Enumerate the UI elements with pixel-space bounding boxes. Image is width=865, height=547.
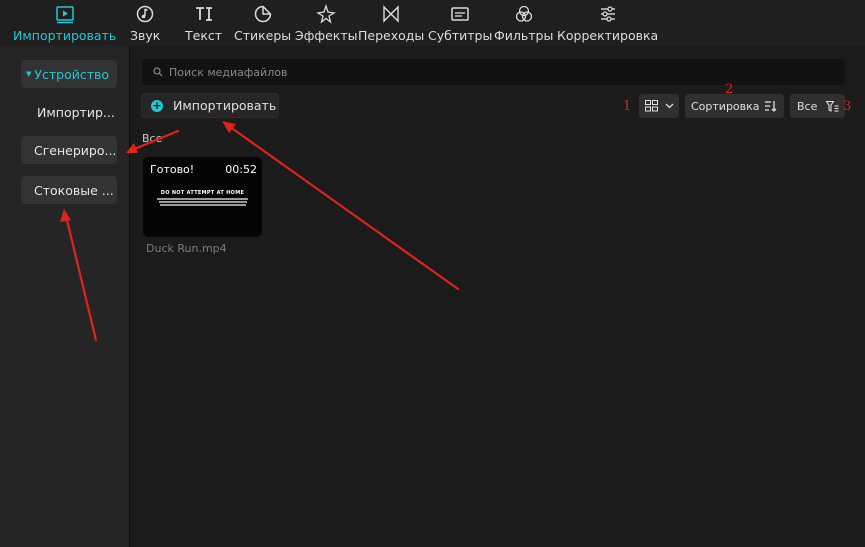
caret-down-icon: ▼ [26,70,32,78]
tab-subtitles-label: Субтитры [428,28,493,43]
tab-audio[interactable]: Звук [130,4,160,44]
tab-audio-label: Звук [130,28,161,43]
search-input[interactable] [169,65,769,79]
sidebar-item-import-label: Импортир... [37,104,115,120]
sidebar-item-generated[interactable]: Сгенериро... [21,136,117,164]
view-toggle-button[interactable] [639,94,679,118]
tab-effects-label: Эффекты [295,28,358,43]
sticker-icon [254,5,271,23]
sparkle-icon [316,4,337,24]
sort-button-label: Сортировка [691,99,760,113]
group-label: Все [142,132,163,145]
tab-import-label: Импортировать [13,28,117,43]
top-toolbar: Импортировать Звук Текст Стикеры Эффекты… [0,0,865,46]
tab-filters-label: Фильтры [494,28,554,43]
tab-text[interactable]: Текст [185,4,222,44]
media-filename: Duck Run.mp4 [146,242,227,255]
media-play-icon [55,6,74,24]
sidebar-item-device-label: Устройство [34,66,110,82]
tab-filters[interactable]: Фильтры [494,4,553,44]
thumbnail-text-line [159,201,247,203]
filter-funnel-icon [826,100,839,112]
thumbnail-title: DO NOT ATTEMPT AT HOME [160,190,245,196]
tab-effects[interactable]: Эффекты [295,4,358,44]
annotation-number: 2 [725,82,734,97]
tab-adjustments[interactable]: Корректировка [557,4,658,44]
sort-icon [764,101,776,112]
filter-circles-icon [515,5,532,22]
sliders-icon [600,6,615,22]
sidebar-item-device[interactable]: ▼ Устройство [21,60,117,88]
search-bar[interactable] [142,59,845,85]
tab-stickers-label: Стикеры [234,28,292,43]
tab-text-label: Текст [185,28,223,43]
tab-transitions-label: Переходы [358,28,425,43]
import-button-label: Импортировать [173,98,277,113]
sort-button[interactable]: Сортировка [685,94,784,118]
tab-import[interactable]: Импортировать [13,4,116,44]
tab-adjustments-label: Корректировка [557,28,659,43]
sidebar: ▼ Устройство Импортир... Сгенериро... Ст… [0,46,130,547]
tab-stickers[interactable]: Стикеры [234,4,291,44]
sidebar-item-import[interactable]: Импортир... [21,98,117,126]
sidebar-item-stock[interactable]: Стоковые ... [21,176,117,204]
bowtie-transition-icon [383,5,399,23]
grid-view-icon [644,100,658,112]
import-button[interactable]: + Импортировать [141,93,279,118]
tab-transitions[interactable]: Переходы [358,4,424,44]
chevron-down-icon [665,103,673,109]
thumbnail-text-line [160,204,246,206]
media-status: Готово! [150,163,195,176]
thumbnail-text-line [157,198,248,200]
sidebar-item-stock-label: Стоковые ... [34,182,114,198]
media-panel: + Импортировать Сортировка Все Все Готов… [131,46,865,547]
filter-button-label: Все [797,99,818,113]
annotation-number: 3 [843,99,852,114]
annotation-number: 1 [623,99,632,114]
caption-box-icon [451,7,469,21]
filter-button[interactable]: Все [790,94,845,118]
tab-subtitles[interactable]: Субтитры [428,4,492,44]
media-duration: 00:52 [225,163,257,176]
search-icon [153,67,163,77]
sidebar-item-generated-label: Сгенериро... [34,142,117,158]
media-item-thumbnail[interactable]: Готово! 00:52 DO NOT ATTEMPT AT HOME [143,157,262,237]
music-note-icon [136,5,154,23]
plus-icon: + [151,98,163,112]
text-ti-icon [195,7,212,21]
